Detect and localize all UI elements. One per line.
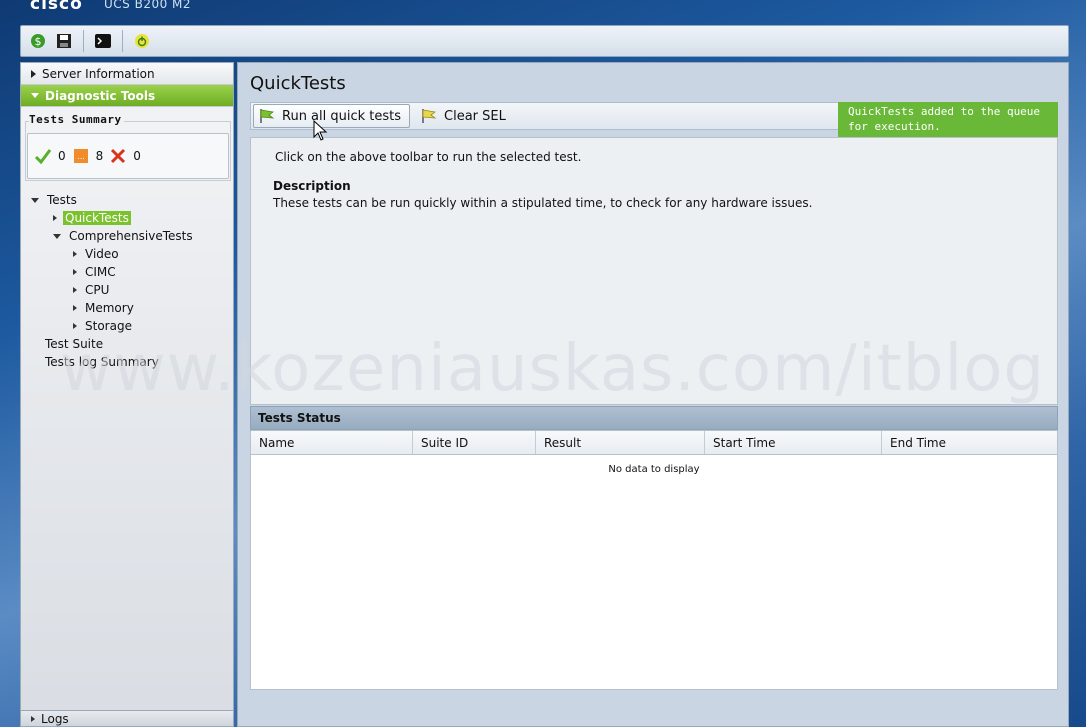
tree-item-label: Tests log Summary (45, 355, 159, 369)
run-all-quick-tests-button[interactable]: Run all quick tests (253, 104, 411, 128)
tree-item-label: Test Suite (45, 337, 104, 351)
toolbar-hint: Click on the above toolbar to run the se… (275, 150, 582, 164)
toolbar-divider (83, 30, 84, 52)
expand-arrow-icon (31, 715, 35, 722)
passed-count: 0 (58, 149, 66, 163)
collapse-arrow-icon (31, 197, 39, 203)
collapse-arrow-icon (53, 233, 61, 239)
tree-item-storage[interactable]: Storage (31, 317, 195, 335)
expand-arrow-icon (31, 69, 36, 78)
tree-item-label: CIMC (85, 265, 116, 279)
header-bar: cisco UCS B200 M2 (0, 0, 1086, 22)
in-progress-count: 8 (95, 149, 104, 163)
column-header-suite-id[interactable]: Suite ID (413, 431, 536, 454)
tests-summary: 0 ... 8 0 (27, 133, 229, 179)
main-toolbar: $ (20, 25, 1069, 57)
tests-status-heading: Tests Status (250, 406, 1058, 430)
server-model: UCS B200 M2 (104, 0, 192, 11)
tests-tree: Tests QuickTests ComprehensiveTests Vide… (31, 191, 195, 371)
power-icon[interactable] (131, 30, 153, 52)
mouse-cursor-icon (313, 120, 328, 141)
flag-icon (422, 109, 437, 123)
passed-check-icon (34, 149, 52, 164)
svg-text:$: $ (35, 35, 42, 48)
tree-item-tests[interactable]: Tests (31, 191, 195, 209)
description-panel: Click on the above toolbar to run the se… (250, 137, 1058, 405)
tree-item-label: Video (85, 247, 119, 261)
server-information-header[interactable]: Server Information (21, 63, 233, 85)
column-header-result[interactable]: Result (536, 431, 705, 454)
clear-sel-label: Clear SEL (444, 108, 506, 124)
expand-arrow-icon (73, 305, 77, 311)
expand-arrow-icon (73, 269, 77, 275)
description-text: These tests can be run quickly within a … (273, 196, 813, 210)
tree-item-quicktests[interactable]: QuickTests (31, 209, 195, 227)
toolbar-divider (122, 30, 123, 52)
diagnostic-tools-header[interactable]: Diagnostic Tools (21, 85, 233, 107)
description-heading: Description (273, 179, 351, 193)
logs-label: Logs (41, 711, 69, 726)
tree-item-label: Memory (85, 301, 134, 315)
page-title: QuickTests (250, 73, 346, 94)
run-all-label: Run all quick tests (282, 108, 402, 124)
expand-arrow-icon (53, 215, 57, 221)
failed-count: 0 (133, 149, 141, 163)
tree-item-cpu[interactable]: CPU (31, 281, 195, 299)
tree-item-label: Storage (85, 319, 132, 333)
content-panel: QuickTests Run all quick tests Clear SEL… (237, 62, 1069, 727)
tree-item-test-suite[interactable]: Test Suite (31, 335, 195, 353)
diagnostic-tools-label: Diagnostic Tools (45, 88, 156, 103)
tree-item-label: CPU (85, 283, 110, 297)
tree-item-memory[interactable]: Memory (31, 299, 195, 317)
navigation-panel: Server Information Diagnostic Tools Test… (20, 62, 234, 727)
save-icon[interactable] (53, 30, 75, 52)
server-information-label: Server Information (42, 66, 155, 81)
in-progress-icon: ... (73, 149, 88, 163)
clear-sel-button[interactable]: Clear SEL (414, 104, 512, 128)
flag-icon (260, 109, 275, 123)
tree-item-tests-log-summary[interactable]: Tests log Summary (31, 353, 195, 371)
tree-item-cimc[interactable]: CIMC (31, 263, 195, 281)
column-header-name[interactable]: Name (251, 431, 413, 454)
expand-arrow-icon (73, 287, 77, 293)
tests-summary-label: Tests Summary (29, 113, 124, 126)
table-header: Name Suite ID Result Start Time End Time (251, 431, 1057, 455)
failed-x-icon (111, 148, 126, 164)
expand-arrow-icon (73, 323, 77, 329)
collapse-arrow-icon (31, 93, 39, 98)
tree-item-video[interactable]: Video (31, 245, 195, 263)
expand-arrow-icon (73, 251, 77, 257)
tree-item-label: QuickTests (63, 211, 131, 225)
column-header-start-time[interactable]: Start Time (705, 431, 882, 454)
logs-header[interactable]: Logs (21, 710, 233, 726)
column-header-end-time[interactable]: End Time (882, 431, 1057, 454)
tree-item-label: ComprehensiveTests (69, 229, 193, 243)
tree-item-label: Tests (47, 193, 77, 207)
svg-text:...: ... (77, 152, 85, 161)
empty-table-message: No data to display (608, 464, 700, 475)
console-icon[interactable] (92, 30, 114, 52)
tree-item-comprehensive-tests[interactable]: ComprehensiveTests (31, 227, 195, 245)
refresh-icon[interactable]: $ (27, 30, 49, 52)
cisco-logo: cisco (30, 0, 83, 14)
tests-status-table: Name Suite ID Result Start Time End Time… (250, 430, 1058, 690)
